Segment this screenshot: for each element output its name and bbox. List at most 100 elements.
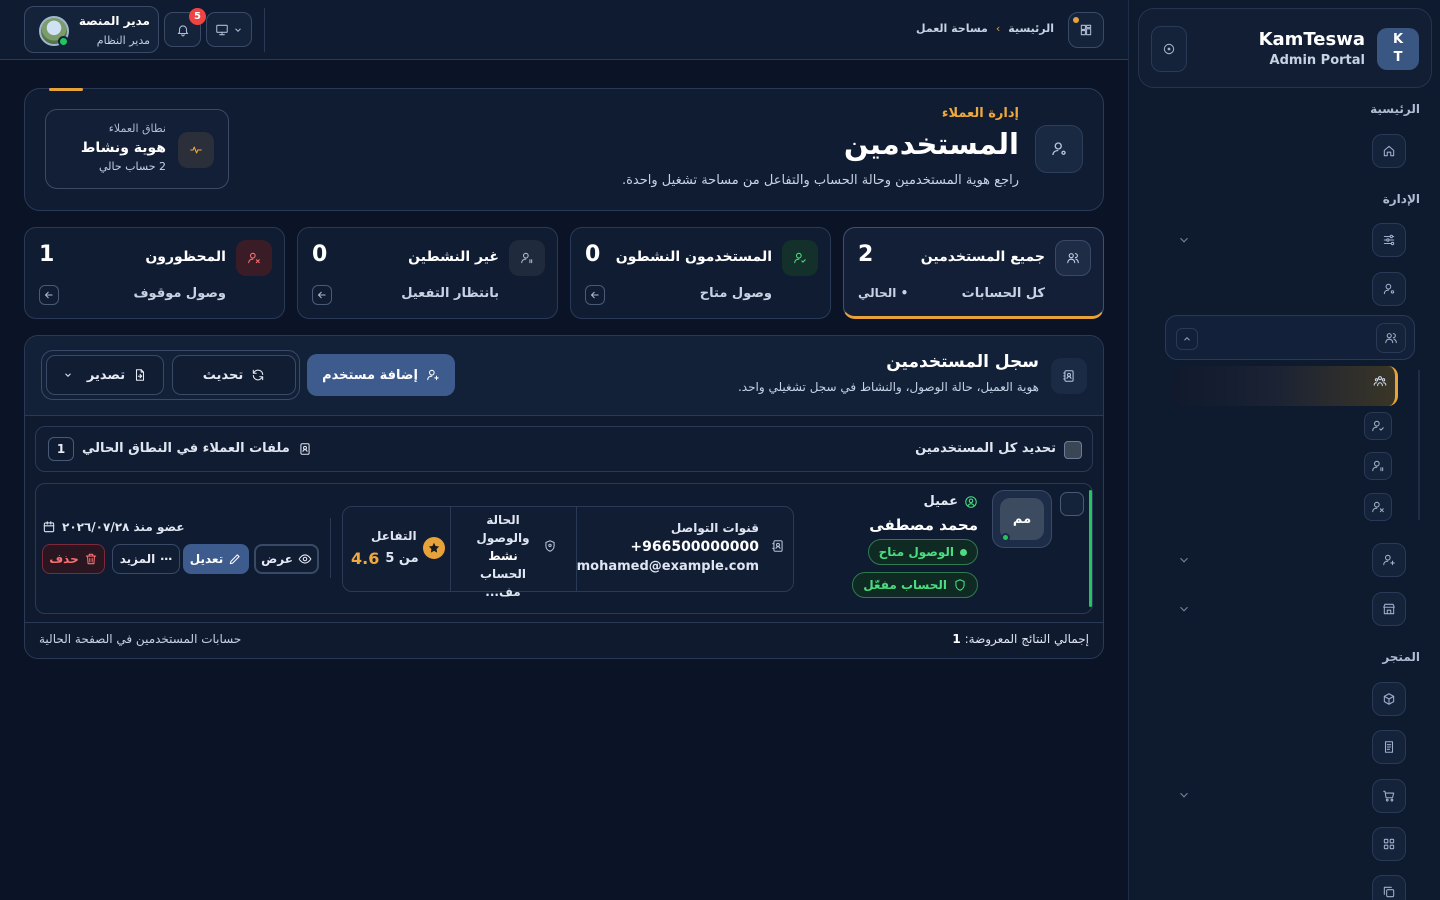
sidebar-section-home: الرئيسية <box>1370 102 1420 116</box>
access-status-text: الوصول متاح <box>878 545 954 559</box>
breadcrumb-workspace[interactable]: مساحة العمل <box>916 22 988 35</box>
results-total-label: إجمالي النتائج المعروضة: <box>964 632 1089 646</box>
more-button[interactable]: ⋯ المزيد <box>112 544 180 574</box>
sidebar-item-settings[interactable] <box>1372 223 1406 257</box>
chevron-down-icon[interactable] <box>1177 788 1191 802</box>
registry-header: سجل المستخدمين هوية العميل، حالة الوصول،… <box>25 336 1103 416</box>
stat-subtitle: بانتظار التفعيل <box>401 286 499 301</box>
avatar: مم <box>992 490 1052 548</box>
stat-value: 1 <box>39 242 55 267</box>
account-status-text: الحساب مفعّل <box>863 578 947 592</box>
chevron-down-icon <box>235 27 241 32</box>
stat-title: المستخدمون النشطون <box>615 249 772 265</box>
stat-subtitle: وصول متاح <box>699 286 772 301</box>
more-dots-icon: ⋯ <box>160 552 173 566</box>
page-kicker: إدارة العملاء <box>941 106 1019 121</box>
stat-value: 0 <box>585 242 601 267</box>
topbar-divider <box>264 8 265 52</box>
account-status-badge: الحساب مفعّل <box>852 572 978 598</box>
scope-label: نطاق العملاء <box>108 122 166 135</box>
stat-card-all-users[interactable]: جميع المستخدمين 2 كل الحسابات • الحالي <box>843 227 1104 319</box>
brand-logo-top: K <box>1392 32 1404 48</box>
monitor-icon <box>216 24 228 35</box>
registry-title: سجل المستخدمين <box>886 352 1039 372</box>
brand-card: K T KamTeswa Admin Portal <box>1138 8 1432 88</box>
arrow-left-icon[interactable] <box>312 285 332 305</box>
users-icon <box>1055 240 1091 276</box>
document-icon <box>1384 741 1394 753</box>
user-check-icon <box>782 240 818 276</box>
stat-card-banned-users[interactable]: المحظورون 1 وصول موقوف <box>24 227 285 319</box>
sidebar-item-home[interactable] <box>1372 134 1406 168</box>
stat-card-inactive-users[interactable]: غير النشطين 0 بانتظار التفعيل <box>297 227 558 319</box>
bell-icon <box>177 24 188 36</box>
refresh-button[interactable]: تحديث <box>172 355 296 395</box>
target-icon <box>1163 43 1175 55</box>
notifications-button[interactable]: 5 <box>164 8 206 47</box>
stat-subtitle: كل الحسابات <box>961 286 1045 301</box>
refresh-label: تحديث <box>202 367 244 383</box>
chevron-up-icon <box>1184 337 1190 341</box>
sidebar-item-stores[interactable] <box>1372 592 1406 626</box>
home-icon <box>1383 145 1395 157</box>
results-total: إجمالي النتائج المعروضة: 1 <box>952 632 1089 646</box>
sidebar-toggle-button[interactable] <box>1151 26 1187 72</box>
scope-card: نطاق العملاء هوية ونشاط 2 حساب حالي <box>45 109 229 189</box>
stat-subtitle: وصول موقوف <box>133 286 226 301</box>
select-all-checkbox[interactable] <box>1064 441 1082 459</box>
sidebar-item-cart[interactable] <box>1372 779 1406 813</box>
brand-name: KamTeswa <box>1258 29 1365 50</box>
brand-logo-bottom: T <box>1393 50 1403 65</box>
arrow-left-icon[interactable] <box>39 285 59 305</box>
export-label: تصدير <box>86 367 126 383</box>
online-status-dot <box>58 36 69 47</box>
stat-current-tag: • الحالي <box>858 286 909 300</box>
sidebar-item-products[interactable] <box>1372 682 1406 716</box>
engagement-score: 4.6 <box>351 549 380 568</box>
sidebar-group-users[interactable] <box>1165 315 1415 360</box>
sidebar-item-profile[interactable] <box>1372 272 1406 306</box>
user-pause-icon <box>509 240 545 276</box>
page-note: حسابات المستخدمين في الصفحة الحالية <box>39 632 242 646</box>
stat-title: جميع المستخدمين <box>920 249 1045 265</box>
table-row: مم عميل محمد مصطفى الوصول متاح الحساب مف… <box>35 483 1093 614</box>
chevron-down-icon[interactable] <box>1177 233 1191 247</box>
chevron-down-icon[interactable] <box>1177 602 1191 616</box>
collapse-group-button[interactable] <box>1176 328 1198 350</box>
sidebar-item-active-users[interactable] <box>1364 412 1392 440</box>
row-checkbox[interactable] <box>1060 492 1084 516</box>
users-group-icon-wrap <box>1376 323 1406 353</box>
stat-value: 2 <box>858 242 874 267</box>
user-role: مدير النظام <box>96 34 150 47</box>
stat-title: المحظورون <box>145 249 226 265</box>
user-menu[interactable]: مدير المنصة مدير النظام <box>24 6 159 53</box>
sidebar-item-orders[interactable] <box>1372 730 1406 764</box>
sidebar-item-banned-users[interactable] <box>1364 493 1392 521</box>
chevron-down-icon[interactable] <box>1177 553 1191 567</box>
users-icon <box>1385 333 1397 344</box>
add-user-button[interactable]: إضافة مستخدم <box>307 354 455 396</box>
sidebar-item-copies[interactable] <box>1372 875 1406 900</box>
arrow-left-icon[interactable] <box>585 285 605 305</box>
delete-button[interactable]: حذف <box>42 544 105 574</box>
shield-icon <box>955 579 965 591</box>
refresh-icon <box>253 369 264 381</box>
sidebar-section-admin: الإدارة <box>1382 192 1420 206</box>
delete-label: حذف <box>49 552 79 566</box>
view-button[interactable]: عرض <box>254 544 319 574</box>
sidebar-item-add-user[interactable] <box>1372 543 1406 577</box>
export-button[interactable]: تصدير <box>46 355 164 395</box>
chevron-down-icon <box>65 373 71 377</box>
customer-files-text: ملفات العملاء في النطاق الحالي <box>82 441 290 456</box>
sidebar-item-categories[interactable] <box>1372 827 1406 861</box>
display-mode-button[interactable] <box>206 12 252 47</box>
sidebar-item-inactive-users[interactable] <box>1364 452 1392 480</box>
stat-value: 0 <box>312 242 328 267</box>
toolbar-button-group: تحديث تصدير <box>41 350 300 400</box>
apps-button[interactable] <box>1068 12 1104 48</box>
sidebar-item-all-users[interactable] <box>1172 366 1398 406</box>
breadcrumb-home[interactable]: الرئيسية <box>1008 22 1054 35</box>
edit-button[interactable]: تعديل <box>183 544 249 574</box>
user-name[interactable]: محمد مصطفى <box>869 516 978 534</box>
stat-card-active-users[interactable]: المستخدمون النشطون 0 وصول متاح <box>570 227 831 319</box>
